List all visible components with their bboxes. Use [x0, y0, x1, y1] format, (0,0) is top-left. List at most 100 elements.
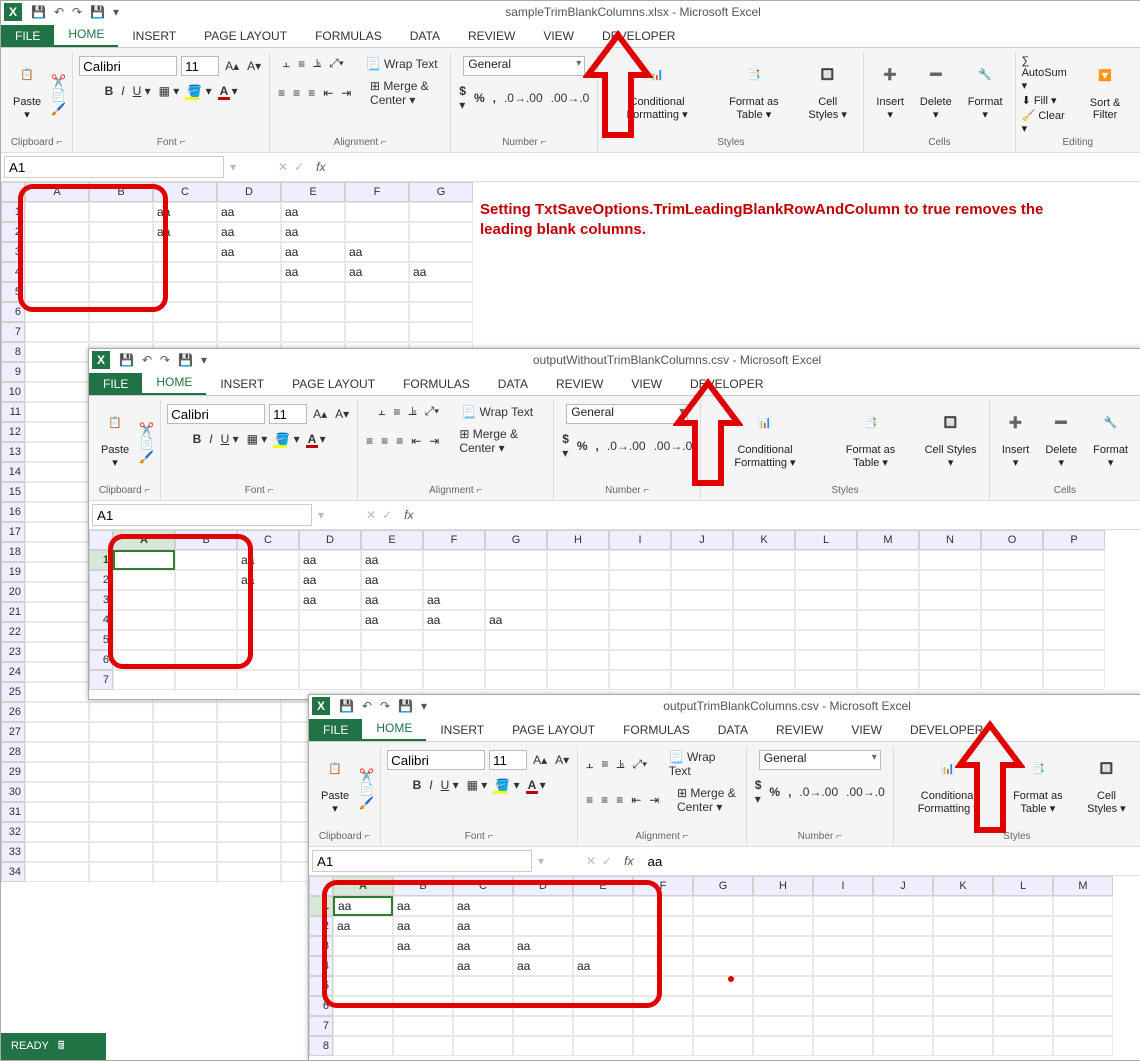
cell[interactable] — [153, 782, 217, 802]
column-header[interactable]: H — [753, 876, 813, 896]
cell[interactable] — [633, 1036, 693, 1056]
row-header[interactable]: 27 — [1, 722, 25, 742]
cell[interactable] — [333, 1016, 393, 1036]
align-right-icon[interactable]: ≡ — [306, 86, 317, 100]
cell[interactable] — [453, 1016, 513, 1036]
tab-home[interactable]: HOME — [54, 23, 118, 47]
column-header[interactable]: H — [547, 530, 609, 550]
cell[interactable] — [217, 802, 281, 822]
wrap-text-button[interactable]: 📃 Wrap Text — [459, 405, 535, 419]
cell[interactable] — [795, 550, 857, 570]
cell[interactable] — [217, 282, 281, 302]
cell[interactable] — [733, 630, 795, 650]
cell[interactable] — [693, 1016, 753, 1036]
font-name-combo[interactable] — [167, 404, 265, 424]
cell[interactable] — [25, 462, 89, 482]
format-as-table-button[interactable]: 📑Format as Table ▾ — [714, 66, 794, 123]
cell[interactable] — [993, 896, 1053, 916]
enter-icon[interactable]: ✓ — [382, 508, 392, 522]
align-right-icon[interactable]: ≡ — [614, 793, 625, 807]
tab-insert[interactable]: INSERT — [118, 25, 190, 47]
qat-save2-icon[interactable]: 💾 — [398, 699, 413, 713]
cell[interactable] — [423, 670, 485, 690]
row-header[interactable]: 29 — [1, 762, 25, 782]
cell[interactable] — [733, 650, 795, 670]
cell[interactable] — [633, 1016, 693, 1036]
autosum-button[interactable]: ∑ AutoSum ▾ — [1022, 55, 1073, 92]
underline-button[interactable]: U ▾ — [219, 432, 241, 446]
cell[interactable] — [25, 582, 89, 602]
qat-save-icon[interactable]: 💾 — [339, 699, 354, 713]
cell[interactable] — [217, 262, 281, 282]
cell[interactable] — [89, 722, 153, 742]
cell[interactable] — [813, 936, 873, 956]
cell[interactable] — [409, 282, 473, 302]
cell[interactable] — [671, 650, 733, 670]
cell[interactable] — [1053, 1036, 1113, 1056]
column-header[interactable]: F — [423, 530, 485, 550]
paste-button[interactable]: 📋 Paste▾ — [7, 66, 47, 123]
cell[interactable]: aa — [299, 570, 361, 590]
row-header[interactable]: 20 — [1, 582, 25, 602]
border-icon[interactable]: ▦ ▾ — [245, 432, 270, 446]
format-button[interactable]: 🔧Format▾ — [1087, 414, 1134, 471]
formula-input[interactable] — [646, 851, 1139, 871]
bold-button[interactable]: B — [103, 84, 116, 98]
row-header[interactable]: 7 — [309, 1016, 333, 1036]
column-header[interactable]: E — [361, 530, 423, 550]
align-middle-icon[interactable]: ≡ — [296, 57, 307, 71]
cell[interactable] — [299, 650, 361, 670]
cell[interactable] — [573, 1036, 633, 1056]
fx-icon[interactable]: fx — [618, 854, 639, 868]
cell[interactable] — [671, 550, 733, 570]
cell[interactable] — [1043, 570, 1105, 590]
row-header[interactable]: 8 — [1, 342, 25, 362]
file-tab[interactable]: FILE — [1, 25, 54, 47]
cell[interactable] — [409, 322, 473, 342]
cell[interactable] — [113, 670, 175, 690]
cell[interactable] — [671, 610, 733, 630]
cell[interactable] — [409, 202, 473, 222]
column-header[interactable]: J — [873, 876, 933, 896]
row-header[interactable]: 12 — [1, 422, 25, 442]
cell[interactable] — [423, 550, 485, 570]
cell[interactable] — [25, 742, 89, 762]
cell[interactable]: aa — [423, 590, 485, 610]
cell[interactable] — [933, 1016, 993, 1036]
column-header[interactable]: G — [409, 182, 473, 202]
cell[interactable] — [89, 742, 153, 762]
row-header[interactable]: 16 — [1, 502, 25, 522]
cell[interactable] — [333, 1036, 393, 1056]
cell[interactable] — [813, 996, 873, 1016]
cell[interactable] — [217, 322, 281, 342]
cell[interactable] — [345, 322, 409, 342]
cell[interactable] — [609, 670, 671, 690]
cell[interactable]: aa — [345, 262, 409, 282]
cell[interactable] — [485, 650, 547, 670]
cell[interactable] — [345, 302, 409, 322]
cell[interactable] — [217, 842, 281, 862]
row-header[interactable]: 14 — [1, 462, 25, 482]
cell[interactable] — [25, 722, 89, 742]
cell[interactable] — [25, 622, 89, 642]
paste-button[interactable]: 📋 Paste▾ — [315, 760, 355, 817]
paste-button[interactable]: 📋 Paste▾ — [95, 414, 135, 471]
formula-input[interactable] — [426, 505, 1139, 525]
cell-styles-button[interactable]: 🔲Cell Styles ▾ — [798, 66, 857, 123]
formula-input[interactable] — [338, 157, 1139, 177]
cell[interactable] — [1043, 610, 1105, 630]
cell[interactable] — [153, 842, 217, 862]
decrease-font-icon[interactable]: A▾ — [333, 407, 351, 421]
column-header[interactable]: L — [993, 876, 1053, 896]
cell[interactable] — [919, 570, 981, 590]
cell[interactable] — [857, 650, 919, 670]
cell[interactable] — [813, 1036, 873, 1056]
increase-indent-icon[interactable]: ⇥ — [647, 793, 661, 807]
cell[interactable] — [795, 630, 857, 650]
name-box[interactable] — [4, 156, 224, 178]
align-center-icon[interactable]: ≡ — [291, 86, 302, 100]
merge-center-button[interactable]: ⊞ Merge & Center ▾ — [457, 427, 547, 455]
cell[interactable]: aa — [217, 242, 281, 262]
cell[interactable]: aa — [281, 202, 345, 222]
format-painter-icon[interactable]: 🖌️ — [359, 796, 374, 810]
